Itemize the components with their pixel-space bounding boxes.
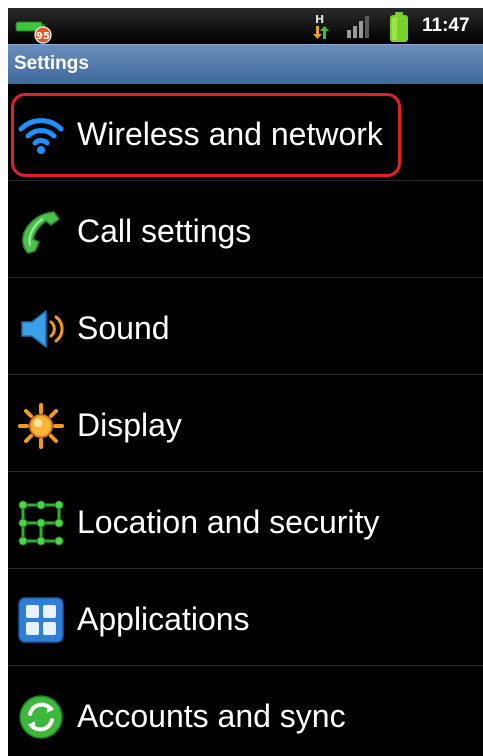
grid-lock-icon bbox=[18, 500, 64, 546]
signal-strength-icon bbox=[347, 16, 369, 38]
settings-item-wireless-and-network[interactable]: Wireless and network bbox=[8, 84, 483, 181]
settings-item-label: Location and security bbox=[77, 504, 380, 540]
phone-handset-icon bbox=[22, 211, 60, 254]
settings-item-label: Sound bbox=[77, 310, 170, 346]
settings-list: Wireless and network Call settings Sound bbox=[8, 84, 483, 756]
settings-item-label: Display bbox=[77, 407, 182, 443]
settings-item-label: Accounts and sync bbox=[77, 698, 346, 734]
status-bar: 95 H 11:47 bbox=[8, 8, 483, 44]
network-type-label: H bbox=[315, 13, 324, 26]
page-title: Settings bbox=[14, 53, 89, 74]
settings-item-location-and-security[interactable]: Location and security bbox=[8, 472, 483, 569]
speaker-icon bbox=[21, 310, 64, 348]
settings-item-display[interactable]: Display bbox=[8, 375, 483, 472]
hspa-data-icon: H bbox=[313, 13, 329, 39]
settings-item-accounts-and-sync[interactable]: Accounts and sync bbox=[8, 666, 483, 756]
settings-item-label: Wireless and network bbox=[77, 116, 383, 152]
title-bar: Settings bbox=[8, 44, 483, 84]
settings-item-label: Call settings bbox=[77, 213, 252, 249]
applications-grid-icon bbox=[18, 597, 64, 643]
settings-item-label: Applications bbox=[77, 601, 250, 637]
notification-badge: 95 bbox=[36, 31, 50, 42]
wifi-icon bbox=[18, 118, 64, 154]
settings-item-sound[interactable]: Sound bbox=[8, 278, 483, 375]
status-clock: 11:47 bbox=[422, 15, 470, 36]
battery-icon bbox=[390, 12, 408, 42]
battery-notification-icon: 95 bbox=[15, 21, 52, 44]
settings-item-applications[interactable]: Applications bbox=[8, 569, 483, 666]
brightness-icon bbox=[18, 403, 64, 449]
settings-item-call-settings[interactable]: Call settings bbox=[8, 181, 483, 278]
phone-screen: 95 H 11:47 Settings Wireless and network… bbox=[8, 8, 483, 756]
sync-icon bbox=[19, 695, 63, 739]
